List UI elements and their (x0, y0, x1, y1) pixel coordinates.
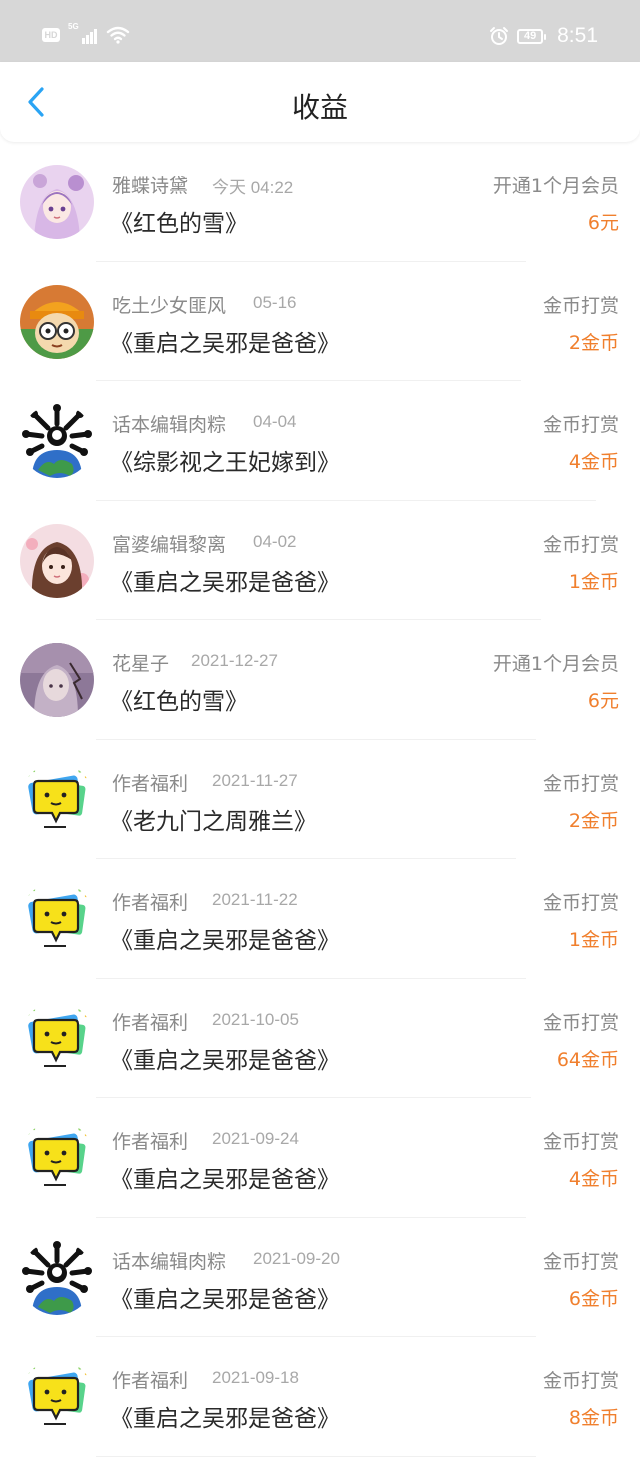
earning-amount: 64金币 (556, 1048, 619, 1071)
earning-type: 金币打赏 (542, 533, 619, 556)
user-name: 作者福利 (112, 1011, 189, 1034)
earning-row[interactable]: 话本编辑肉粽 2021-09-20 《重启之吴邪是爸爸》 金币打赏 6金币 (0, 1218, 640, 1337)
cellular-signal-icon: 5G (68, 22, 98, 46)
user-name: 花星子 (112, 653, 170, 675)
earning-type: 金币打赏 (542, 294, 619, 317)
earning-date: 2021-09-20 (253, 1248, 340, 1268)
anime-girl-pink-avatar[interactable] (20, 523, 94, 598)
network-type-label: 5G (68, 22, 79, 31)
user-name: 作者福利 (112, 772, 189, 795)
earning-date: 04-02 (253, 531, 297, 551)
book-title[interactable]: 《综影视之王妃嫁到》 (110, 443, 340, 477)
earning-type: 金币打赏 (542, 892, 619, 914)
status-right: 49 8:51 (489, 24, 598, 48)
yellow-speech-bubble-avatar[interactable] (20, 1121, 94, 1195)
yellow-speech-bubble-avatar[interactable] (20, 1001, 94, 1076)
book-title[interactable]: 《重启之吴邪是爸爸》 (110, 1399, 340, 1433)
book-title[interactable]: 《重启之吴邪是爸爸》 (110, 563, 340, 597)
anime-girl-purple-avatar[interactable] (20, 165, 94, 239)
earning-amount: 6金币 (568, 1287, 619, 1310)
user-name: 作者福利 (112, 1370, 189, 1392)
anime-girl-lilac-avatar[interactable] (20, 643, 94, 717)
book-title[interactable]: 《重启之吴邪是爸爸》 (110, 324, 340, 358)
book-title[interactable]: 《重启之吴邪是爸爸》 (110, 1280, 340, 1314)
nav-bar: 收益 (0, 62, 640, 142)
earning-type: 金币打赏 (542, 414, 619, 436)
earning-row[interactable]: 雅蝶诗黛 今天 04:22 《红色的雪》 开通1个月会员 6元 (0, 142, 640, 262)
yellow-speech-bubble-avatar[interactable] (20, 1360, 94, 1434)
earning-row[interactable]: 作者福利 2021-11-22 《重启之吴邪是爸爸》 金币打赏 1金币 (0, 859, 640, 979)
earning-row[interactable]: 话本编辑肉粽 04-04 《综影视之王妃嫁到》 金币打赏 4金币 (0, 381, 640, 501)
earning-type: 金币打赏 (542, 772, 619, 795)
earning-type: 金币打赏 (542, 1011, 619, 1034)
earning-date: 2021-10-05 (212, 1009, 299, 1029)
earning-type: 开通1个月会员 (492, 175, 619, 197)
earning-amount: 6元 (587, 690, 619, 712)
earning-amount: 2金币 (568, 809, 619, 832)
book-title[interactable]: 《红色的雪》 (110, 204, 248, 238)
earning-date: 今天 04:22 (212, 178, 294, 197)
earning-amount: 6元 (587, 212, 619, 234)
book-title[interactable]: 《老九门之周雅兰》 (110, 802, 317, 836)
earning-date: 04-04 (253, 412, 297, 431)
status-bar: HD 5G 49 8:51 (0, 0, 640, 62)
earning-row[interactable]: 作者福利 2021-10-05 《重启之吴邪是爸爸》 金币打赏 64金币 (0, 979, 640, 1098)
earning-amount: 8金币 (568, 1407, 619, 1429)
earning-type: 金币打赏 (542, 1131, 619, 1153)
earning-date: 2021-09-18 (212, 1368, 299, 1387)
book-title[interactable]: 《重启之吴邪是爸爸》 (110, 1160, 340, 1194)
earning-date: 05-16 (253, 292, 297, 312)
yellow-speech-bubble-avatar[interactable] (20, 762, 94, 837)
book-title[interactable]: 《红色的雪》 (110, 682, 248, 716)
status-left: HD 5G (42, 22, 130, 46)
book-title[interactable]: 《重启之吴邪是爸爸》 (110, 921, 340, 955)
earning-date: 2021-11-22 (212, 890, 298, 909)
earning-amount: 2金币 (568, 331, 619, 354)
user-name: 吃土少女匪风 (112, 294, 227, 317)
user-name: 雅蝶诗黛 (112, 175, 189, 197)
earning-row[interactable]: 吃土少女匪风 05-16 《重启之吴邪是爸爸》 金币打赏 2金币 (0, 262, 640, 381)
earning-row[interactable]: 富婆编辑黎离 04-02 《重启之吴邪是爸爸》 金币打赏 1金币 (0, 501, 640, 620)
earning-date: 2021-11-27 (212, 770, 298, 790)
earning-type: 金币打赏 (542, 1250, 619, 1273)
user-name: 富婆编辑黎离 (112, 533, 227, 556)
wifi-icon (106, 26, 130, 44)
page-title: 收益 (291, 91, 348, 124)
yellow-speech-bubble-avatar[interactable] (20, 882, 94, 956)
earning-row[interactable]: 花星子 2021-12-27 《红色的雪》 开通1个月会员 6元 (0, 620, 640, 740)
user-name: 作者福利 (112, 892, 189, 914)
alarm-icon (490, 27, 509, 45)
user-name: 作者福利 (112, 1131, 189, 1153)
earning-amount: 1金币 (568, 570, 619, 593)
earning-row[interactable]: 作者福利 2021-11-27 《老九门之周雅兰》 金币打赏 2金币 (0, 740, 640, 859)
earning-date: 2021-09-24 (212, 1129, 299, 1148)
earnings-list: 雅蝶诗黛 今天 04:22 《红色的雪》 开通1个月会员 6元 吃土少女匪风 05-16 《重… (0, 142, 640, 1457)
earning-amount: 4金币 (568, 1168, 619, 1190)
hd-icon: HD (42, 28, 60, 42)
earning-type: 开通1个月会员 (492, 653, 619, 675)
status-time: 8:51 (557, 24, 598, 47)
cartoon-glasses-boy-avatar[interactable] (20, 284, 94, 359)
earning-amount: 1金币 (568, 929, 619, 951)
earning-amount: 4金币 (568, 451, 619, 473)
earning-row[interactable]: 作者福利 2021-09-24 《重启之吴邪是爸爸》 金币打赏 4金币 (0, 1098, 640, 1218)
user-name: 话本编辑肉粽 (112, 1250, 227, 1273)
earning-type: 金币打赏 (542, 1370, 619, 1392)
row-divider (96, 1455, 536, 1457)
battery-icon: 49 (517, 28, 547, 44)
book-title[interactable]: 《重启之吴邪是爸爸》 (110, 1041, 340, 1075)
earning-row[interactable]: 作者福利 2021-09-18 《重启之吴邪是爸爸》 金币打赏 8金币 (0, 1337, 640, 1457)
earth-bones-avatar[interactable] (20, 404, 94, 478)
user-name: 话本编辑肉粽 (112, 414, 227, 436)
earth-bones-avatar[interactable] (20, 1240, 94, 1315)
earning-date: 2021-12-27 (191, 651, 278, 670)
